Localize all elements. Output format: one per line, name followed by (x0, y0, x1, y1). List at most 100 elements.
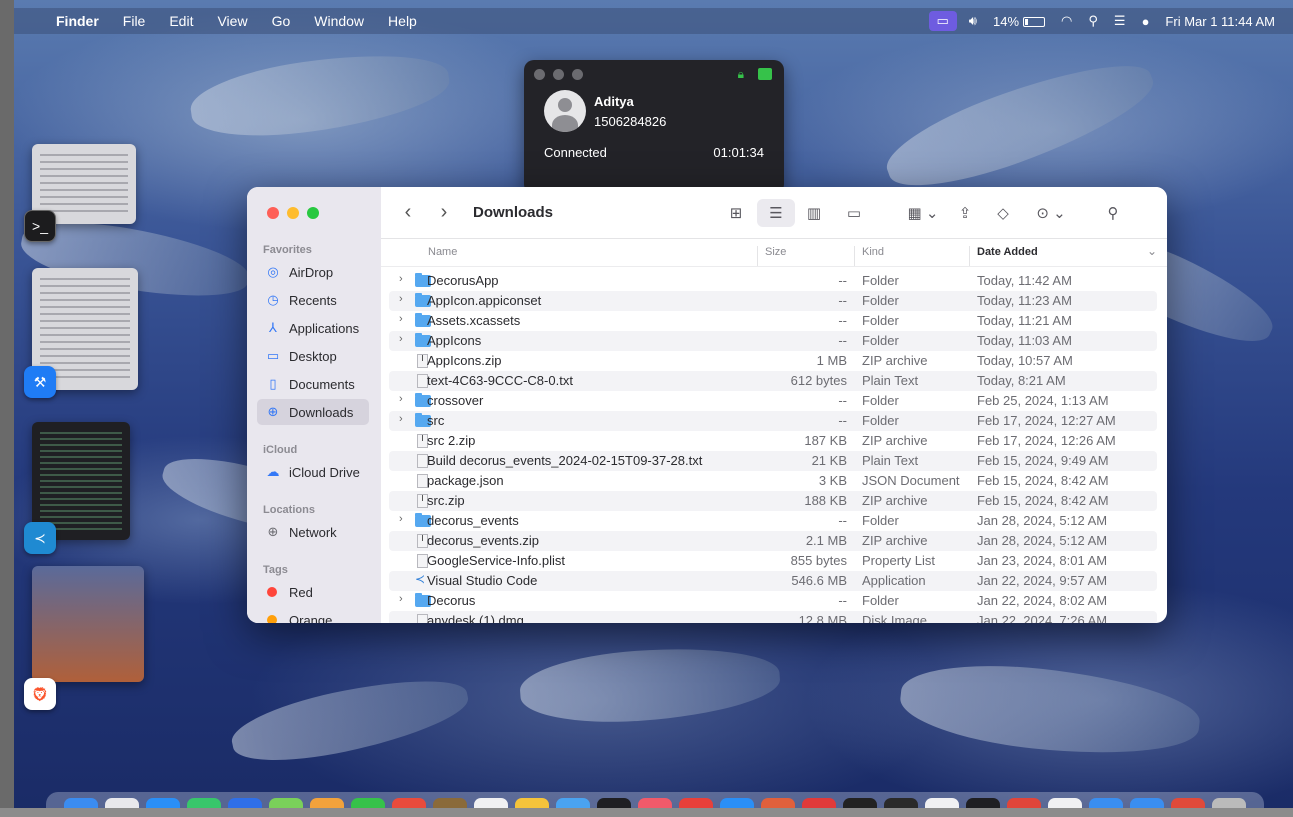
sidebar-item-tag-red[interactable]: Red (257, 579, 369, 605)
column-header: Name Size Kind Date Added ⌄ (381, 239, 1167, 267)
sort-descending-icon[interactable]: ⌄ (1147, 244, 1157, 258)
column-divider[interactable] (757, 246, 758, 266)
tag-icon[interactable]: ◇ (989, 199, 1017, 227)
file-row[interactable]: AppIcons.zip 1 MB ZIP archive Today, 10:57 … (389, 351, 1157, 371)
file-name: DecorusApp (427, 273, 499, 288)
vscode-app-icon[interactable]: ≺ (24, 522, 56, 554)
file-row[interactable]: src 2.zip 187 KB ZIP archive Feb 17, 2024, … (389, 431, 1157, 451)
disclosure-chevron-icon[interactable]: › (399, 413, 403, 425)
file-kind: ZIP archive (862, 533, 928, 548)
back-button[interactable]: ‹ (393, 201, 423, 224)
sidebar-item-downloads[interactable]: ⊕ Downloads (257, 399, 369, 425)
menu-window[interactable]: Window (302, 13, 376, 29)
file-size: -- (838, 313, 847, 328)
file-row[interactable]: › Decorus -- Folder Jan 22, 2024, 8:02 AM (389, 591, 1157, 611)
sidebar-item-tag-orange[interactable]: Orange (257, 607, 369, 623)
column-date-added[interactable]: Date Added (977, 246, 1038, 258)
zoom-button[interactable] (307, 207, 319, 219)
disclosure-chevron-icon[interactable]: › (399, 513, 403, 525)
sidebar-item-network[interactable]: ⊕ Network (257, 519, 369, 545)
file-row[interactable]: anydesk (1).dmg 12.8 MB Disk Image Jan 22, … (389, 611, 1157, 623)
file-row[interactable]: › AppIcons -- Folder Today, 11:03 AM (389, 331, 1157, 351)
file-row[interactable]: › crossover -- Folder Feb 25, 2024, 1:13 AM (389, 391, 1157, 411)
sidebar-item-documents[interactable]: ▯ Documents (257, 371, 369, 397)
group-by-button[interactable]: ▦ ⌄ (903, 199, 943, 227)
zoom-button[interactable] (572, 69, 583, 80)
column-name[interactable]: Name (428, 246, 457, 258)
minimize-button[interactable] (287, 207, 299, 219)
sidebar-section-locations: Locations (263, 504, 315, 516)
siri-icon[interactable]: ● (1134, 14, 1158, 29)
file-name: src 2.zip (427, 433, 476, 448)
screen-sharing-icon[interactable]: ▭ (928, 11, 957, 31)
file-row[interactable]: package.json 3 KB JSON Document Feb 15, 202… (389, 471, 1157, 491)
menu-edit[interactable]: Edit (157, 13, 205, 29)
column-divider[interactable] (854, 246, 855, 266)
file-date-added: Today, 11:21 AM (977, 313, 1072, 328)
brave-app-icon[interactable]: 🦁︎ (24, 678, 56, 710)
sidebar-item-desktop[interactable]: ▭ Desktop (257, 343, 369, 369)
file-row[interactable]: ≺ Visual Studio Code 546.6 MB Application Ja… (389, 571, 1157, 591)
file-size: 187 KB (804, 433, 847, 448)
disclosure-chevron-icon[interactable]: › (399, 273, 403, 285)
screen-bezel (0, 0, 14, 817)
file-row[interactable]: decorus_events.zip 2.1 MB ZIP archive Jan 2… (389, 531, 1157, 551)
close-button[interactable] (267, 207, 279, 219)
menu-help[interactable]: Help (376, 13, 429, 29)
menu-go[interactable]: Go (260, 13, 303, 29)
menu-app-name[interactable]: Finder (44, 13, 111, 29)
file-date-added: Feb 25, 2024, 1:13 AM (977, 393, 1109, 408)
file-kind: Folder (862, 313, 899, 328)
minimize-button[interactable] (553, 69, 564, 80)
call-status: Connected (544, 145, 607, 160)
disclosure-chevron-icon[interactable]: › (399, 293, 403, 305)
sidebar-item-recents[interactable]: ◷ Recents (257, 287, 369, 313)
file-kind: Folder (862, 273, 899, 288)
share-icon[interactable]: ⇪ (951, 199, 979, 227)
disclosure-chevron-icon[interactable]: › (399, 333, 403, 345)
file-row[interactable]: › decorus_events -- Folder Jan 28, 2024, 5:1… (389, 511, 1157, 531)
column-kind[interactable]: Kind (862, 246, 884, 258)
close-button[interactable] (534, 69, 545, 80)
sidebar-item-label: Orange (289, 612, 333, 624)
file-name: Assets.xcassets (427, 313, 521, 328)
more-actions-button[interactable]: ⊙ ⌄ (1031, 199, 1071, 227)
forward-button[interactable]: › (429, 201, 459, 224)
wifi-icon[interactable]: ◠ (1053, 13, 1080, 29)
search-icon[interactable]: ⚲ (1099, 199, 1127, 227)
disclosure-chevron-icon[interactable]: › (399, 593, 403, 605)
stage-window-thumbnail[interactable] (32, 566, 144, 682)
list-view-button[interactable]: ☰ (757, 198, 796, 227)
file-name: AppIcons.zip (427, 353, 502, 368)
contact-name: Aditya (594, 94, 634, 109)
file-kind: Folder (862, 593, 899, 608)
volume-icon[interactable]: 🔊︎ (961, 13, 985, 29)
menu-file[interactable]: File (111, 13, 158, 29)
spotlight-search-icon[interactable]: ⚲ (1080, 13, 1106, 29)
disclosure-chevron-icon[interactable]: › (399, 393, 403, 405)
tag-color-dot (267, 587, 277, 597)
sidebar-item-applications[interactable]: ⅄ Applications (257, 315, 369, 341)
icon-view-button[interactable]: ⊞ (721, 199, 751, 227)
terminal-app-icon[interactable]: >_ (24, 210, 56, 242)
file-row[interactable]: Build decorus_events_2024-02-15T09-37-28… (389, 451, 1157, 471)
menu-clock[interactable]: Fri Mar 1 11:44 AM (1157, 14, 1293, 29)
disclosure-chevron-icon[interactable]: › (399, 313, 403, 325)
file-row[interactable]: › src -- Folder Feb 17, 2024, 12:27 AM (389, 411, 1157, 431)
file-row[interactable]: src.zip 188 KB ZIP archive Feb 15, 2024, 8:… (389, 491, 1157, 511)
xcode-app-icon[interactable]: ⚒ (24, 366, 56, 398)
file-row[interactable]: › DecorusApp -- Folder Today, 11:42 AM (389, 271, 1157, 291)
file-row[interactable]: › Assets.xcassets -- Folder Today, 11:21 AM (389, 311, 1157, 331)
menu-view[interactable]: View (205, 13, 259, 29)
battery-indicator[interactable]: 14% (985, 14, 1053, 29)
control-center-icon[interactable]: ☰ (1106, 13, 1134, 29)
file-row[interactable]: › AppIcon.appiconset -- Folder Today, 11:23 … (389, 291, 1157, 311)
sidebar-item-airdrop[interactable]: ◎ AirDrop (257, 259, 369, 285)
gallery-view-button[interactable]: ▭ (839, 199, 869, 227)
file-row[interactable]: GoogleService-Info.plist 855 bytes Propert… (389, 551, 1157, 571)
column-size[interactable]: Size (765, 246, 786, 258)
column-view-button[interactable]: ▥ (799, 199, 829, 227)
file-row[interactable]: text-4C63-9CCC-C8-0.txt 612 bytes Plain Te… (389, 371, 1157, 391)
sidebar-item-icloud-drive[interactable]: ☁︎ iCloud Drive (257, 459, 369, 485)
column-divider[interactable] (969, 246, 970, 266)
